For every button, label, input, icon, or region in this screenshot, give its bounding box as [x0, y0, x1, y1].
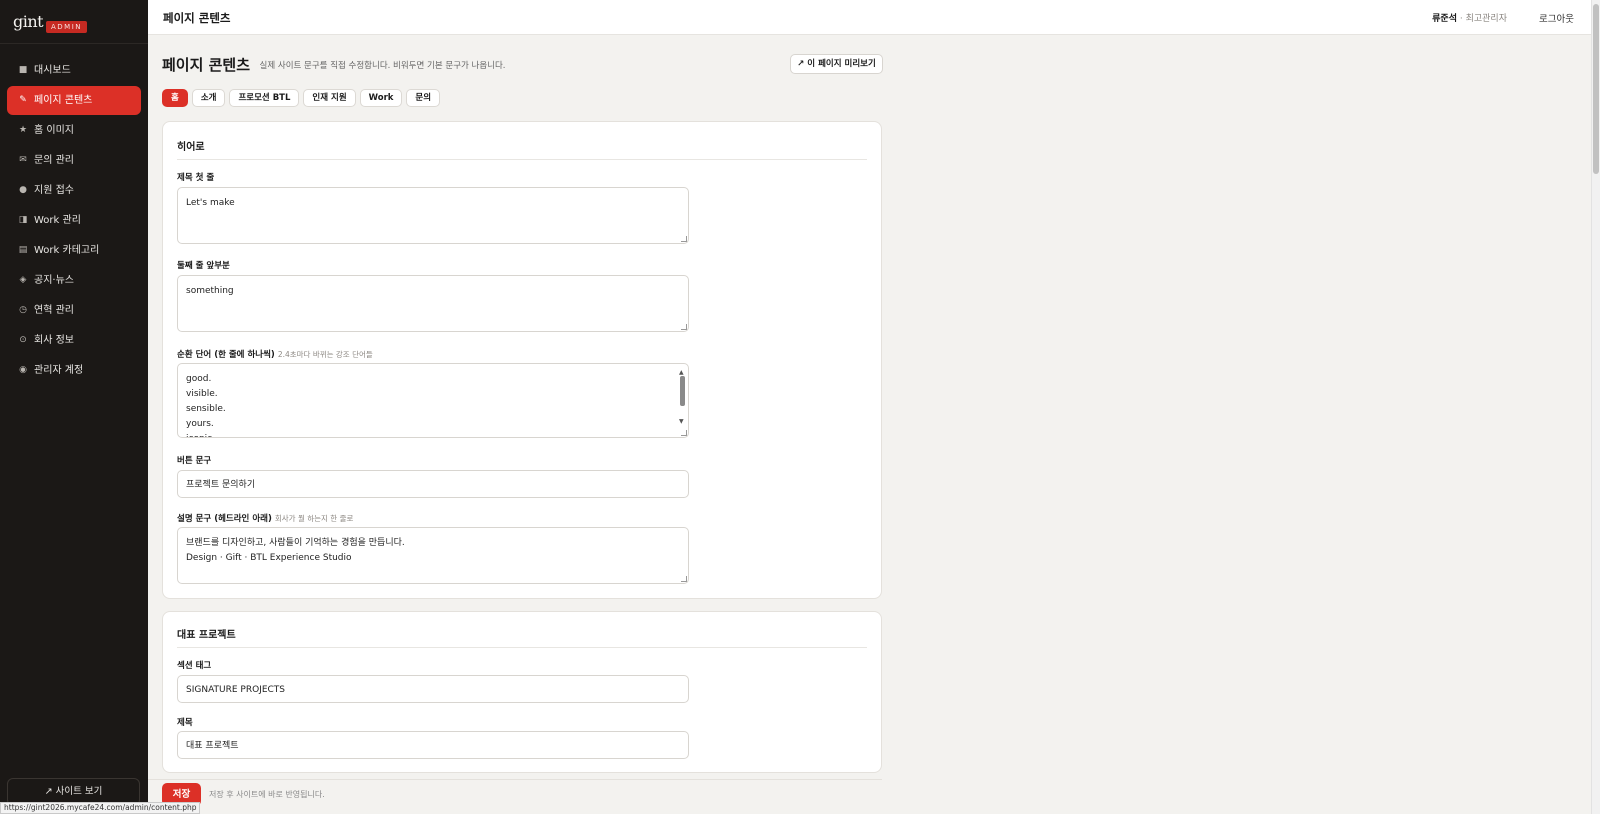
list-icon: ▤ [18, 245, 28, 255]
sidebar-item-work-category[interactable]: ▤ Work 카테고리 [7, 236, 141, 265]
page-scroll-thumb[interactable] [1593, 4, 1599, 174]
sidebar-item-label: 관리자 계정 [34, 365, 84, 376]
scroll-thumb[interactable] [680, 376, 685, 406]
rotating-words-value: good. visible. sensible. yours. iconic. [186, 374, 226, 437]
save-note: 저장 후 사이트에 바로 반영됩니다. [209, 790, 325, 799]
divider [177, 647, 867, 648]
page-scrollbar[interactable] [1591, 0, 1600, 814]
rotating-words-label: 순환 단어 (한 줄에 하나씩) 2.4초마다 바뀌는 강조 단어들 [177, 348, 373, 360]
sidebar-item-applications[interactable]: ● 지원 접수 [7, 176, 141, 205]
sidebar-item-page-content[interactable]: ✎ 페이지 콘텐츠 [7, 86, 141, 115]
sidebar-item-label: 홈 이미지 [34, 125, 74, 136]
hero-heading: 히어로 [177, 142, 205, 153]
sidebar-nav: ■ 대시보드 ✎ 페이지 콘텐츠 ★ 홈 이미지 ✉ 문의 관리 ● 지원 접수 ◨ Wor… [0, 44, 148, 385]
resize-handle-icon[interactable] [681, 324, 687, 330]
description-value: 브랜드를 디자인하고, 사람들이 기억하는 경험을 만듭니다. Design ·… [186, 538, 405, 563]
sidebar-item-label: 지원 접수 [34, 185, 74, 196]
page-description: 실제 사이트 문구를 직접 수정합니다. 비워두면 기본 문구가 나옵니다. [259, 60, 506, 71]
sidebar-item-label: 공지·뉴스 [34, 275, 74, 286]
sidebar: gint ADMIN ■ 대시보드 ✎ 페이지 콘텐츠 ★ 홈 이미지 ✉ 문의 관리 … [0, 0, 148, 814]
sidebar-item-history[interactable]: ◷ 연혁 관리 [7, 296, 141, 325]
page-tabs: 홈 소개 프로모션 BTL 인재 지원 Work 문의 [162, 89, 444, 107]
second-line-label: 둘째 줄 앞부분 [177, 261, 230, 271]
target-icon: ◉ [19, 365, 27, 375]
tab-recruit[interactable]: 인재 지원 [303, 89, 356, 107]
user-info: 류준석 · 최고관리자 [1432, 11, 1507, 24]
sidebar-item-label: 회사 정보 [34, 335, 74, 346]
tab-promotion-btl[interactable]: 프로모션 BTL [229, 89, 300, 107]
pencil-icon: ✎ [19, 95, 27, 105]
topbar-title: 페이지 콘텐츠 [163, 11, 231, 25]
projects-title-label: 제목 [177, 718, 193, 728]
sidebar-item-dashboard[interactable]: ■ 대시보드 [7, 56, 141, 85]
divider [177, 159, 867, 160]
topbar: 페이지 콘텐츠 류준석 · 최고관리자 로그아웃 [148, 0, 1591, 35]
rotating-words-hint: 2.4초마다 바뀌는 강조 단어들 [277, 350, 373, 359]
star-icon: ★ [18, 125, 28, 135]
tab-home[interactable]: 홈 [162, 89, 188, 107]
user-separator: · [1457, 14, 1466, 24]
scroll-down-icon[interactable]: ▼ [679, 414, 684, 429]
sidebar-item-admin-accounts[interactable]: ◉ 관리자 계정 [7, 356, 141, 385]
hero-section-card: 히어로 제목 첫 줄 Let's make 둘째 줄 앞부분 something… [162, 121, 882, 599]
page-title: 페이지 콘텐츠 [162, 56, 251, 74]
save-bar: 저장 저장 후 사이트에 바로 반영됩니다. [148, 779, 882, 814]
second-line-textarea[interactable]: something [177, 275, 689, 332]
sidebar-item-inquiries[interactable]: ✉ 문의 관리 [7, 146, 141, 175]
panel-icon: ◨ [18, 215, 28, 225]
logo[interactable]: gint ADMIN [0, 0, 148, 44]
description-label-text: 설명 문구 (헤드라인 아래) [177, 514, 272, 524]
projects-heading: 대표 프로젝트 [177, 630, 236, 641]
logout-link[interactable]: 로그아웃 [1539, 11, 1574, 25]
section-tag-input[interactable]: SIGNATURE PROJECTS [177, 675, 689, 703]
section-tag-value: SIGNATURE PROJECTS [186, 685, 286, 695]
mail-icon: ✉ [19, 155, 27, 165]
resize-handle-icon[interactable] [681, 430, 687, 436]
circle-icon: ⊙ [19, 335, 27, 345]
tab-work[interactable]: Work [359, 89, 403, 107]
tab-contact[interactable]: 문의 [406, 89, 441, 107]
sidebar-item-label: Work 카테고리 [34, 245, 100, 256]
sidebar-item-label: Work 관리 [34, 215, 81, 226]
description-hint: 회사가 뭘 하는지 한 줄로 [274, 514, 354, 523]
clock-icon: ◷ [19, 305, 27, 315]
description-textarea[interactable]: 브랜드를 디자인하고, 사람들이 기억하는 경험을 만듭니다. Design ·… [177, 527, 689, 584]
section-tag-label: 섹션 태그 [177, 661, 212, 671]
sidebar-item-news[interactable]: ◈ 공지·뉴스 [7, 266, 141, 295]
brand-logo: gint [13, 12, 44, 31]
dashboard-icon: ■ [18, 65, 28, 75]
diamond-icon: ◈ [19, 275, 27, 285]
tab-about[interactable]: 소개 [191, 89, 226, 107]
button-text-input[interactable]: 프로젝트 문의하기 [177, 470, 689, 498]
textarea-scrollbar[interactable]: ▲ ▼ [678, 365, 687, 429]
button-text-value: 프로젝트 문의하기 [186, 480, 256, 490]
status-bar-url: https://gint2026.mycafe24.com/admin/cont… [0, 802, 201, 814]
title-first-line-textarea[interactable]: Let's make [177, 187, 689, 244]
rotating-words-textarea[interactable]: good. visible. sensible. yours. iconic. … [177, 363, 689, 438]
resize-handle-icon[interactable] [681, 576, 687, 582]
user-name: 류준석 [1432, 14, 1457, 24]
sidebar-item-home-images[interactable]: ★ 홈 이미지 [7, 116, 141, 145]
button-text-label: 버튼 문구 [177, 456, 212, 466]
second-line-value: something [186, 286, 234, 296]
admin-badge: ADMIN [46, 21, 88, 33]
sidebar-item-company-info[interactable]: ⊙ 회사 정보 [7, 326, 141, 355]
user-role: 최고관리자 [1465, 14, 1507, 24]
title-first-line-label: 제목 첫 줄 [177, 173, 215, 183]
sidebar-item-work[interactable]: ◨ Work 관리 [7, 206, 141, 235]
sidebar-item-label: 문의 관리 [34, 155, 74, 166]
dot-icon: ● [19, 185, 27, 195]
projects-title-value: 대표 프로젝트 [186, 741, 239, 751]
sidebar-item-label: 대시보드 [34, 65, 71, 76]
page-header: 페이지 콘텐츠 실제 사이트 문구를 직접 수정합니다. 비워두면 기본 문구가… [162, 54, 506, 75]
sidebar-item-label: 페이지 콘텐츠 [34, 95, 93, 106]
description-label: 설명 문구 (헤드라인 아래) 회사가 뭘 하는지 한 줄로 [177, 512, 353, 524]
projects-title-input[interactable]: 대표 프로젝트 [177, 731, 689, 759]
resize-handle-icon[interactable] [681, 236, 687, 242]
sidebar-item-label: 연혁 관리 [34, 305, 74, 316]
title-first-line-value: Let's make [186, 198, 235, 208]
projects-section-card: 대표 프로젝트 섹션 태그 SIGNATURE PROJECTS 제목 대표 프… [162, 611, 882, 773]
preview-page-button[interactable]: ↗ 이 페이지 미리보기 [790, 54, 883, 74]
rotating-words-label-text: 순환 단어 (한 줄에 하나씩) [177, 350, 275, 360]
